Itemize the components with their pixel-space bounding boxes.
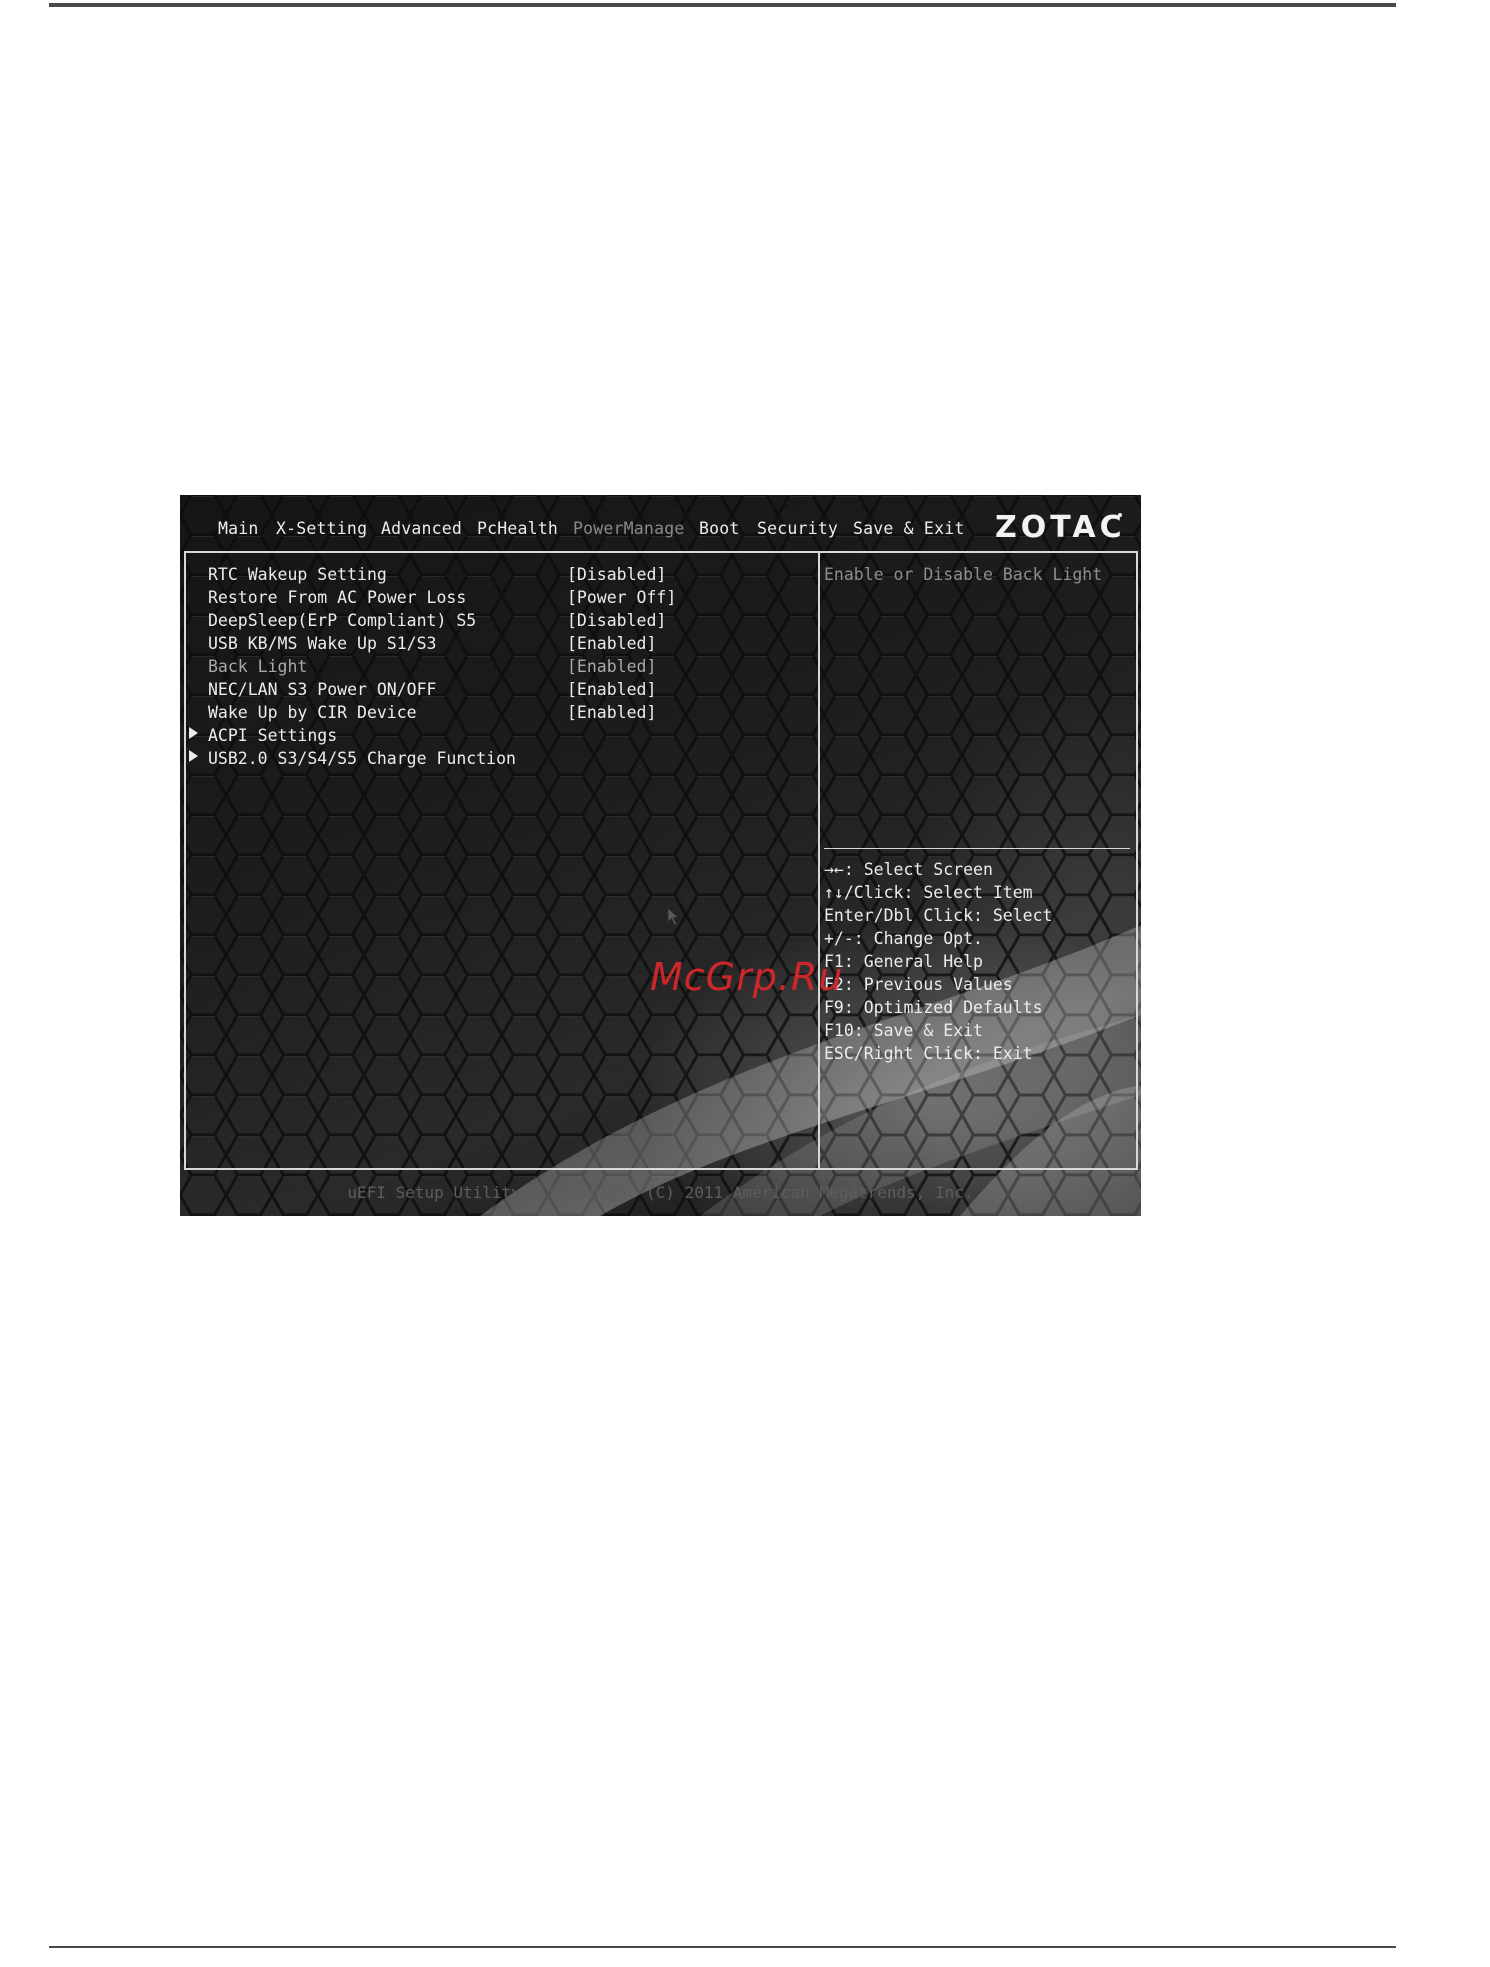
setting-value[interactable]: [Enabled]	[567, 680, 656, 699]
tab-advanced[interactable]: Advanced	[381, 519, 462, 538]
tab-x-setting[interactable]: X-Setting	[276, 519, 367, 538]
key-hint: F2: Previous Values	[824, 975, 1013, 994]
key-hint: →←: Select Screen	[824, 860, 993, 879]
key-hint: F1: General Help	[824, 952, 983, 971]
setting-wake-cir-device[interactable]: Wake Up by CIR Device [Enabled]	[186, 703, 816, 725]
menu-bar: Main X-Setting Advanced PcHealth PowerMa…	[180, 495, 1141, 551]
setting-label: Restore From AC Power Loss	[208, 588, 467, 607]
submenu-acpi-settings[interactable]: ACPI Settings	[186, 726, 816, 748]
settings-panel: RTC Wakeup Setting [Disabled] Restore Fr…	[184, 551, 820, 1170]
page-bottom-rule	[49, 1946, 1396, 1948]
setting-nec-lan-s3-power[interactable]: NEC/LAN S3 Power ON/OFF [Enabled]	[186, 680, 816, 702]
submenu-arrow-icon	[189, 750, 198, 762]
item-help-text: Enable or Disable Back Light	[824, 565, 1103, 584]
setting-deepsleep-erp[interactable]: DeepSleep(ErP Compliant) S5 [Disabled]	[186, 611, 816, 633]
setting-value[interactable]: [Enabled]	[567, 634, 656, 653]
setting-restore-ac-power-loss[interactable]: Restore From AC Power Loss [Power Off]	[186, 588, 816, 610]
setting-value[interactable]: [Disabled]	[567, 611, 666, 630]
setting-back-light[interactable]: Back Light [Enabled]	[186, 657, 816, 679]
copyright-footer: uEFI Setup Utility - Copyright (C) 2011 …	[347, 1183, 974, 1202]
setting-label: USB KB/MS Wake Up S1/S3	[208, 634, 437, 653]
tab-powermanage[interactable]: PowerManage	[573, 519, 684, 538]
setting-value[interactable]: [Enabled]	[567, 657, 656, 676]
setting-label: Wake Up by CIR Device	[208, 703, 417, 722]
key-hint: +/-: Change Opt.	[824, 929, 983, 948]
tab-security[interactable]: Security	[757, 519, 838, 538]
submenu-arrow-icon	[189, 727, 198, 739]
watermark-text: McGrp.Ru	[650, 955, 844, 999]
help-divider	[824, 848, 1130, 849]
setting-value[interactable]: [Power Off]	[567, 588, 676, 607]
tab-pchealth[interactable]: PcHealth	[477, 519, 558, 538]
submenu-usb-charge-function[interactable]: USB2.0 S3/S4/S5 Charge Function	[186, 749, 816, 771]
key-hint: Enter/Dbl Click: Select	[824, 906, 1053, 925]
tab-save-exit[interactable]: Save & Exit	[853, 519, 964, 538]
svg-text:ZOTAC: ZOTAC	[995, 510, 1125, 545]
tab-boot[interactable]: Boot	[699, 519, 740, 538]
setting-label: RTC Wakeup Setting	[208, 565, 387, 584]
key-hint: F9: Optimized Defaults	[824, 998, 1043, 1017]
key-hint: ↑↓/Click: Select Item	[824, 883, 1033, 902]
setting-value[interactable]: [Enabled]	[567, 703, 656, 722]
submenu-label: USB2.0 S3/S4/S5 Charge Function	[208, 749, 516, 768]
help-panel: Enable or Disable Back Light →←: Select …	[818, 551, 1138, 1170]
bios-screen: Main X-Setting Advanced PcHealth PowerMa…	[180, 495, 1141, 1216]
key-hint: ESC/Right Click: Exit	[824, 1044, 1033, 1063]
setting-value[interactable]: [Disabled]	[567, 565, 666, 584]
submenu-label: ACPI Settings	[208, 726, 338, 745]
tab-main[interactable]: Main	[218, 519, 259, 538]
setting-label: Back Light	[208, 657, 308, 676]
zotac-logo: ZOTAC	[995, 510, 1125, 545]
key-hint: F10: Save & Exit	[824, 1021, 983, 1040]
page-top-rule	[49, 3, 1396, 7]
setting-usb-kbms-wake[interactable]: USB KB/MS Wake Up S1/S3 [Enabled]	[186, 634, 816, 656]
setting-label: NEC/LAN S3 Power ON/OFF	[208, 680, 437, 699]
setting-label: DeepSleep(ErP Compliant) S5	[208, 611, 477, 630]
mouse-pointer-icon	[667, 907, 680, 926]
setting-rtc-wakeup[interactable]: RTC Wakeup Setting [Disabled]	[186, 565, 816, 587]
